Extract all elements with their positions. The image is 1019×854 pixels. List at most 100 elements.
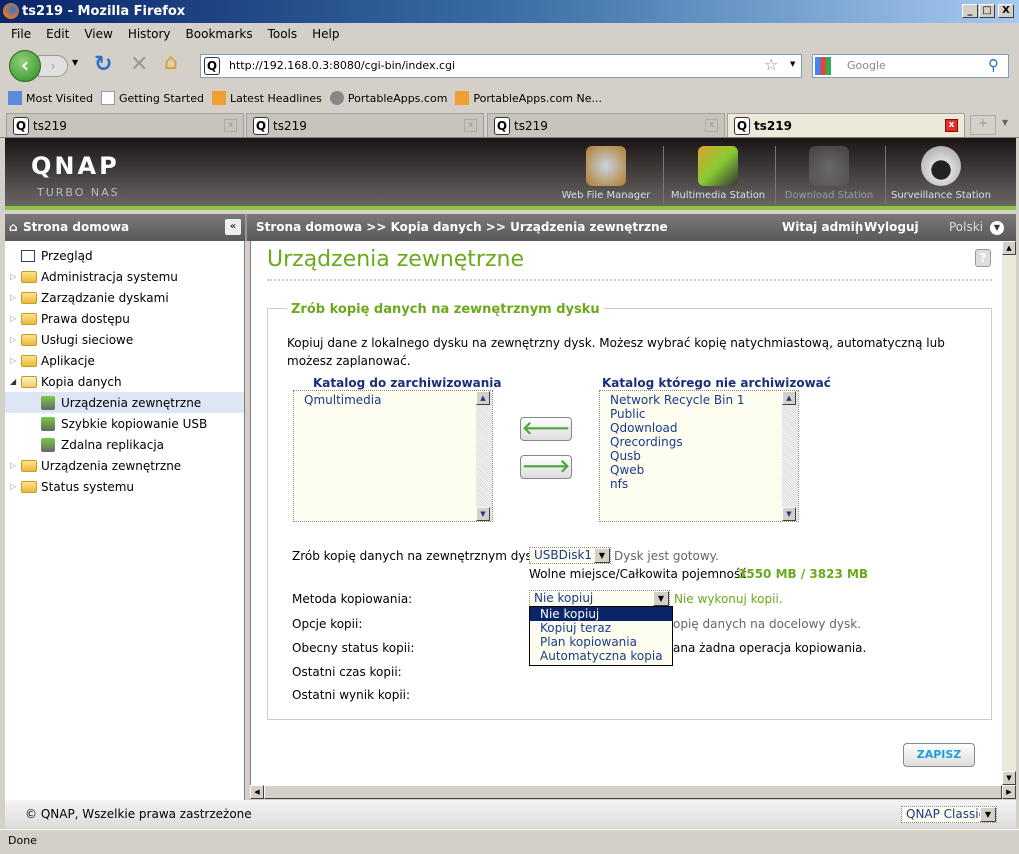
option-kopiuj-teraz[interactable]: Kopiuj teraz	[530, 621, 672, 635]
scroll-right-icon[interactable]: ▶	[1002, 785, 1016, 799]
folder-list-item[interactable]: Qusb	[610, 449, 794, 463]
move-left-button[interactable]: 🡐	[520, 417, 572, 441]
sidebar-item[interactable]: Zdalna replikacja	[5, 434, 244, 455]
collapse-sidebar-button[interactable]: «	[225, 219, 241, 235]
stop-icon[interactable]: ✕	[130, 52, 148, 77]
url-input[interactable]: http://192.168.0.3:8080/cgi-bin/index.cg…	[200, 54, 802, 78]
history-dropdown-icon[interactable]: ▼	[72, 58, 78, 67]
expand-icon[interactable]: ▷	[10, 461, 18, 470]
new-tab-button[interactable]: +	[970, 115, 996, 135]
menu-help[interactable]: Help	[305, 24, 347, 45]
sidebar-item[interactable]: ▷ Zarządzanie dyskami	[5, 287, 244, 308]
expand-icon[interactable]: ▷	[10, 272, 18, 281]
bookmark-portableapps-news[interactable]: PortableApps.com Ne...	[455, 91, 602, 105]
option-plan-kopiowania[interactable]: Plan kopiowania	[530, 635, 672, 649]
dropdown-arrow-icon[interactable]: ▼	[980, 807, 996, 822]
scroll-down-icon[interactable]: ▼	[782, 507, 796, 521]
tab-close-icon[interactable]: x	[705, 119, 718, 132]
minimize-button[interactable]: _	[962, 4, 978, 18]
scroll-thumb[interactable]	[264, 785, 1002, 799]
tab-close-icon[interactable]: x	[464, 119, 477, 132]
vertical-scrollbar[interactable]: ▲ ▼	[1002, 241, 1016, 785]
app-surveillance-station[interactable]: Surveillance Station	[885, 138, 997, 206]
sidebar-item[interactable]: Przegląd	[5, 245, 244, 266]
horizontal-scrollbar[interactable]: ◀ ▶	[250, 785, 1016, 799]
expand-icon[interactable]: ▷	[10, 293, 18, 302]
sidebar-item[interactable]: ▷ Usługi sieciowe	[5, 329, 244, 350]
dropdown-arrow-icon[interactable]: ▼	[653, 591, 669, 606]
scroll-down-icon[interactable]: ▼	[476, 507, 490, 521]
folder-list-item[interactable]: Qdownload	[610, 421, 794, 435]
maximize-button[interactable]: □	[979, 4, 995, 18]
folder-list-item[interactable]: nfs	[610, 477, 794, 491]
save-button[interactable]: ZAPISZ	[903, 743, 975, 767]
theme-select[interactable]: QNAP Classic ▼	[901, 806, 997, 823]
url-dropdown-icon[interactable]: ▼	[790, 60, 795, 68]
tab-1[interactable]: Qts219 x	[6, 113, 244, 137]
app-download-station[interactable]: Download Station	[773, 138, 885, 206]
folder-list-item[interactable]: Network Recycle Bin 1	[610, 393, 794, 407]
folder-list-item[interactable]: Public	[610, 407, 794, 421]
expand-icon[interactable]: ▷	[10, 335, 18, 344]
menu-history[interactable]: History	[121, 24, 179, 45]
sidebar-home-link[interactable]: Strona domowa	[23, 214, 129, 241]
exclude-folder-list[interactable]: ▲ ▼ Network Recycle Bin 1 Public Qdownload Q…	[599, 390, 799, 522]
tab-3[interactable]: Qts219 x	[487, 113, 725, 137]
tab-close-icon[interactable]: x	[945, 119, 958, 132]
tab-2[interactable]: Qts219 x	[246, 113, 484, 137]
menu-view[interactable]: View	[77, 24, 120, 45]
bookmark-most-visited[interactable]: Most Visited	[8, 91, 93, 105]
logout-link[interactable]: Wyloguj	[864, 214, 919, 241]
bookmark-portableapps[interactable]: PortableApps.com	[329, 91, 447, 105]
sidebar-item[interactable]: ◢ Kopia danych	[5, 371, 244, 392]
menu-edit[interactable]: Edit	[39, 24, 77, 45]
option-nie-kopiuj[interactable]: Nie kopiuj	[530, 607, 672, 621]
menu-bookmarks[interactable]: Bookmarks	[179, 24, 261, 45]
search-magnifier-icon[interactable]: ⚲	[988, 56, 999, 74]
app-multimedia-station[interactable]: Multimedia Station	[662, 138, 774, 206]
language-dropdown-icon[interactable]: ▼	[990, 221, 1004, 235]
menu-tools[interactable]: Tools	[261, 24, 306, 45]
folder-list-item[interactable]: Qrecordings	[610, 435, 794, 449]
tab-list-icon[interactable]: ▼	[1002, 118, 1008, 127]
dropdown-arrow-icon[interactable]: ▼	[594, 548, 610, 563]
sidebar-item[interactable]: ▷ Administracja systemu	[5, 266, 244, 287]
option-automatyczna-kopia[interactable]: Automatyczna kopia	[530, 649, 672, 663]
expand-icon[interactable]: ▷	[10, 356, 18, 365]
bookmark-getting-started[interactable]: Getting Started	[100, 91, 204, 105]
breadcrumb[interactable]: Strona domowa >> Kopia danych >> Urządze…	[256, 214, 668, 241]
reload-icon[interactable]: ↻	[94, 52, 112, 77]
sidebar-item[interactable]: Szybkie kopiowanie USB	[5, 413, 244, 434]
include-folder-list[interactable]: ▲ ▼ Qmultimedia	[293, 390, 493, 522]
help-icon[interactable]: ?	[975, 249, 991, 267]
sidebar-item[interactable]: ▷ Prawa dostępu	[5, 308, 244, 329]
back-button[interactable]: ‹	[9, 50, 41, 82]
sidebar-item[interactable]: ▷ Status systemu	[5, 476, 244, 497]
tab-4-active[interactable]: Qts219 x	[727, 113, 965, 137]
sidebar-item[interactable]: ▷ Urządzenia zewnętrzne	[5, 455, 244, 476]
scrollbar[interactable]: ▲ ▼	[782, 391, 798, 521]
home-icon[interactable]: ⌂	[164, 50, 178, 75]
method-select[interactable]: Nie kopiuj ▼	[529, 590, 670, 607]
language-select[interactable]: Polski	[949, 214, 983, 241]
sidebar-item[interactable]: ▷ Aplikacje	[5, 350, 244, 371]
menu-file[interactable]: File	[4, 24, 39, 45]
scroll-up-icon[interactable]: ▲	[476, 391, 490, 405]
folder-list-item[interactable]: Qweb	[610, 463, 794, 477]
google-search-engine-icon[interactable]	[815, 57, 831, 75]
bookmark-star-icon[interactable]: ☆	[764, 55, 778, 74]
folder-list-item[interactable]: Qmultimedia	[304, 393, 488, 407]
expand-icon[interactable]: ▷	[10, 314, 18, 323]
search-input[interactable]: Google	[812, 54, 1009, 78]
disk-select[interactable]: USBDisk1 ▼	[529, 547, 611, 564]
scroll-up-icon[interactable]: ▲	[1002, 241, 1016, 255]
scroll-left-icon[interactable]: ◀	[250, 785, 264, 799]
collapse-icon[interactable]: ◢	[10, 377, 18, 386]
forward-button[interactable]: ›	[38, 55, 68, 77]
move-right-button[interactable]: 🡒	[520, 455, 572, 479]
close-button[interactable]: X	[998, 4, 1014, 18]
scroll-down-icon[interactable]: ▼	[1002, 771, 1016, 785]
sidebar-item[interactable]: Urządzenia zewnętrzne	[5, 392, 244, 413]
tab-close-icon[interactable]: x	[224, 119, 237, 132]
expand-icon[interactable]: ▷	[10, 482, 18, 491]
